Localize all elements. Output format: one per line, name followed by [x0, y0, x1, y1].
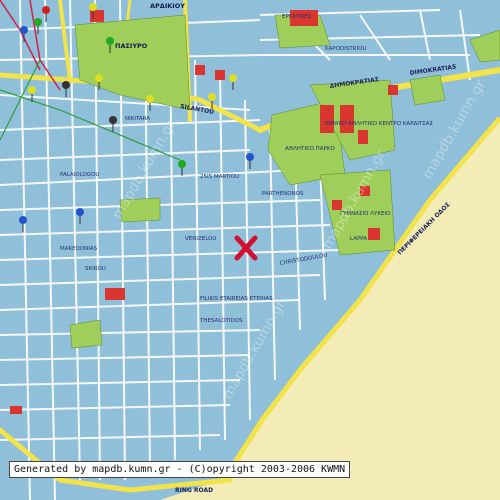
label-lappa: LAPPA: [350, 236, 367, 242]
label-pasiouro: ΠΑΣΙΥΡΟ: [115, 42, 148, 50]
map-svg: mapdb.kumn.gr mapdb.kumn.gr mapdb.kumn.g…: [0, 0, 500, 500]
label-gymnasio: ΓΥΜΝΑΣΙΟ ΛΥΚΕΙΟ: [340, 211, 391, 217]
label-ring-road: RING ROAD: [175, 487, 213, 494]
label-athletic-park: ΑΘΛΗΤΙΚΟ ΠΑΡΚΟ: [285, 146, 335, 152]
label-palaiologou: PALAIOLOGOU: [60, 172, 99, 178]
label-filikis: FILIKIS ETAIREIAS ETERIAS: [200, 296, 273, 302]
label-kapodistriou: KAPODISTRIOU: [325, 46, 366, 52]
label-makedonias: MAKEDONIAS: [60, 246, 98, 252]
label-parthenonos: PARTHENONOS: [262, 191, 304, 197]
label-venizelou: VENIZELOU: [185, 236, 216, 242]
label-thessalotidos: THESALOTIDOS: [199, 318, 243, 324]
copyright-credit: Generated by mapdb.kumn.gr - (C)opyright…: [9, 461, 351, 478]
label-ergatikes: ΕΡΓΑΤΙΚΕΣ: [282, 14, 312, 20]
label-skiroy: SKIROU: [85, 266, 106, 272]
label-martiou: 25IS MARTIOU: [200, 174, 239, 180]
map-canvas[interactable]: mapdb.kumn.gr mapdb.kumn.gr mapdb.kumn.g…: [0, 0, 500, 500]
label-nikitara: NIKITARA: [125, 116, 150, 122]
label-ethniko-athletiko: ΕΘΝΙΚΟ ΑΘΛΗΤΙΚΟ ΚΕΝΤΡΟ ΚΑΡΔΙΤΣΑΣ: [325, 121, 433, 127]
label-ardikiou: ΑΡΔΙΚΙΟΥ: [150, 2, 185, 10]
